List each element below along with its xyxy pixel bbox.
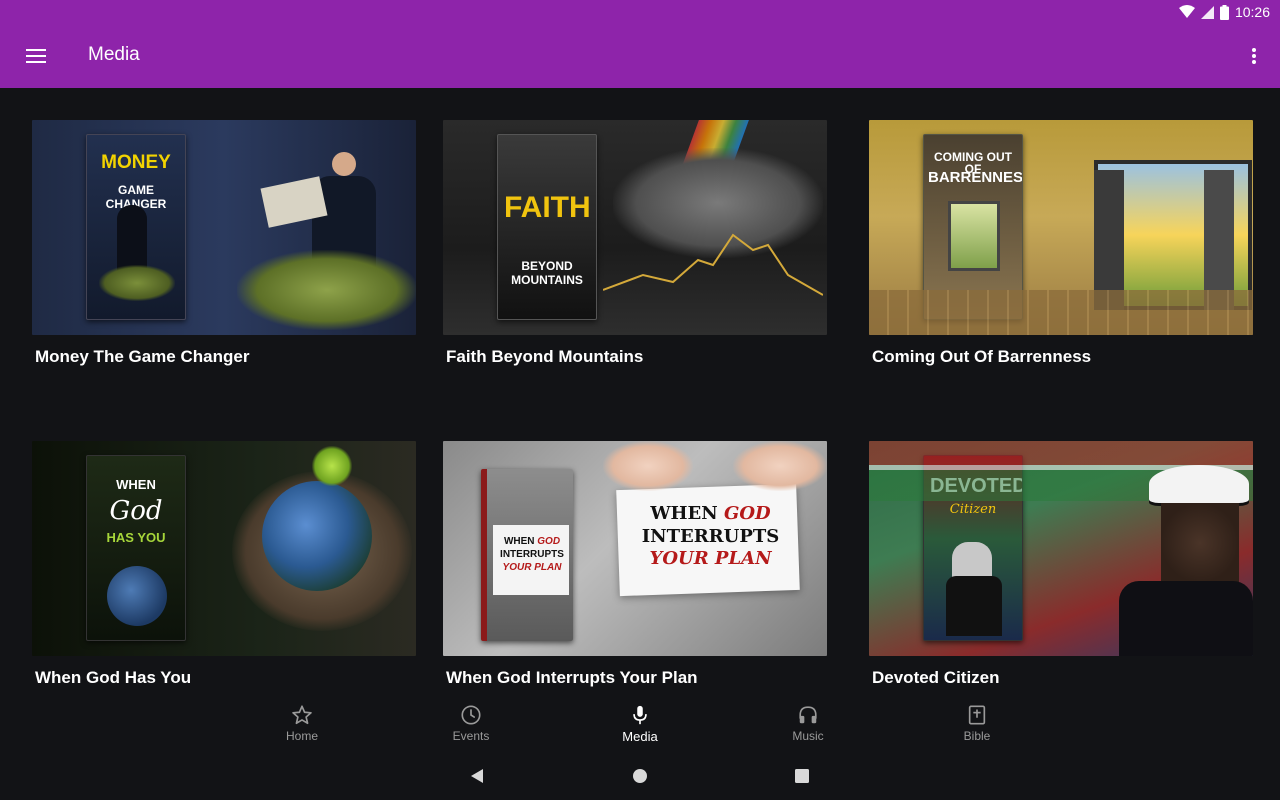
nav-music[interactable]: Music [758, 704, 858, 750]
home-circle-icon [633, 769, 647, 783]
dvd-cover: WHEN God HAS YOU [86, 455, 186, 641]
dvd-cover: FAITH BEYOND MOUNTAINS [497, 134, 597, 320]
home-button[interactable] [630, 766, 650, 786]
media-grid: MONEY GAME CHANGER Money The Game Change… [0, 88, 1280, 700]
recents-button[interactable] [792, 766, 812, 786]
back-button[interactable] [467, 766, 487, 786]
media-thumbnail[interactable]: COMING OUT OF BARRENNESS [869, 120, 1253, 335]
nav-music-label: Music [792, 729, 824, 743]
nav-home-label: Home [285, 729, 318, 743]
battery-icon [1219, 4, 1229, 20]
bible-icon [968, 705, 986, 725]
nav-events-label: Events [452, 729, 490, 743]
app-bar: Media [0, 24, 1280, 88]
dvd-cover: MONEY GAME CHANGER [86, 134, 186, 320]
status-bar: 10:26 [0, 0, 1280, 24]
media-title: Devoted Citizen [872, 668, 1000, 687]
more-vert-icon [1252, 48, 1256, 64]
media-thumbnail[interactable]: FAITH BEYOND MOUNTAINS [443, 120, 827, 335]
media-title: Coming Out Of Barrenness [872, 347, 1092, 366]
media-card-money[interactable]: MONEY GAME CHANGER Money The Game Change… [32, 120, 416, 366]
media-thumbnail[interactable]: WHEN GOD INTERRUPTS YOUR PLAN WHEN GOD INTE… [443, 441, 827, 656]
media-title: When God Has You [35, 668, 192, 687]
nav-home[interactable]: Home [252, 704, 352, 750]
wifi-icon [1178, 5, 1195, 18]
nav-bible-label: Bible [963, 729, 991, 743]
headphones-icon [799, 706, 817, 724]
dvd-cover: WHEN GOD INTERRUPTS YOUR PLAN [481, 469, 573, 641]
media-title: Money The Game Changer [35, 347, 250, 366]
status-icons: 10:26 [1178, 3, 1270, 21]
menu-button[interactable] [16, 36, 56, 76]
nav-events[interactable]: Events [421, 704, 521, 750]
media-card-god-has-you[interactable]: WHEN God HAS YOU When God Has You [32, 441, 416, 687]
media-thumbnail[interactable]: MONEY GAME CHANGER [32, 120, 416, 335]
media-title: Faith Beyond Mountains [446, 347, 644, 366]
overflow-menu-button[interactable] [1242, 36, 1266, 76]
nav-media-label: Media [622, 729, 658, 744]
media-card-interrupts[interactable]: WHEN GOD INTERRUPTS YOUR PLAN WHEN GOD INTE… [443, 441, 827, 687]
bottom-navigation: Home Events Media Music Bible [0, 700, 1280, 752]
media-card-faith[interactable]: FAITH BEYOND MOUNTAINS Faith Beyond Mount… [443, 120, 827, 366]
media-card-barrenness[interactable]: COMING OUT OF BARRENNESS Coming Out Of B… [869, 120, 1253, 366]
microphone-icon [633, 705, 647, 725]
cell-signal-icon [1200, 5, 1214, 19]
status-time: 10:26 [1234, 4, 1270, 20]
media-thumbnail[interactable]: WHEN God HAS YOU [32, 441, 416, 656]
clock-icon [461, 705, 481, 725]
hamburger-menu-icon [26, 49, 46, 63]
page-title: Media [88, 44, 140, 65]
star-icon [292, 705, 312, 725]
nav-media[interactable]: Media [590, 704, 690, 750]
media-card-devoted[interactable]: DEVOTED Citizen Devoted Citizen [869, 441, 1253, 687]
media-thumbnail[interactable]: DEVOTED Citizen [869, 441, 1253, 656]
nav-bible[interactable]: Bible [927, 704, 1027, 750]
back-triangle-icon [471, 769, 483, 783]
path-line-graphic [603, 233, 823, 296]
recents-square-icon [795, 769, 809, 783]
system-navigation-bar [0, 752, 1280, 800]
media-title: When God Interrupts Your Plan [446, 668, 698, 687]
